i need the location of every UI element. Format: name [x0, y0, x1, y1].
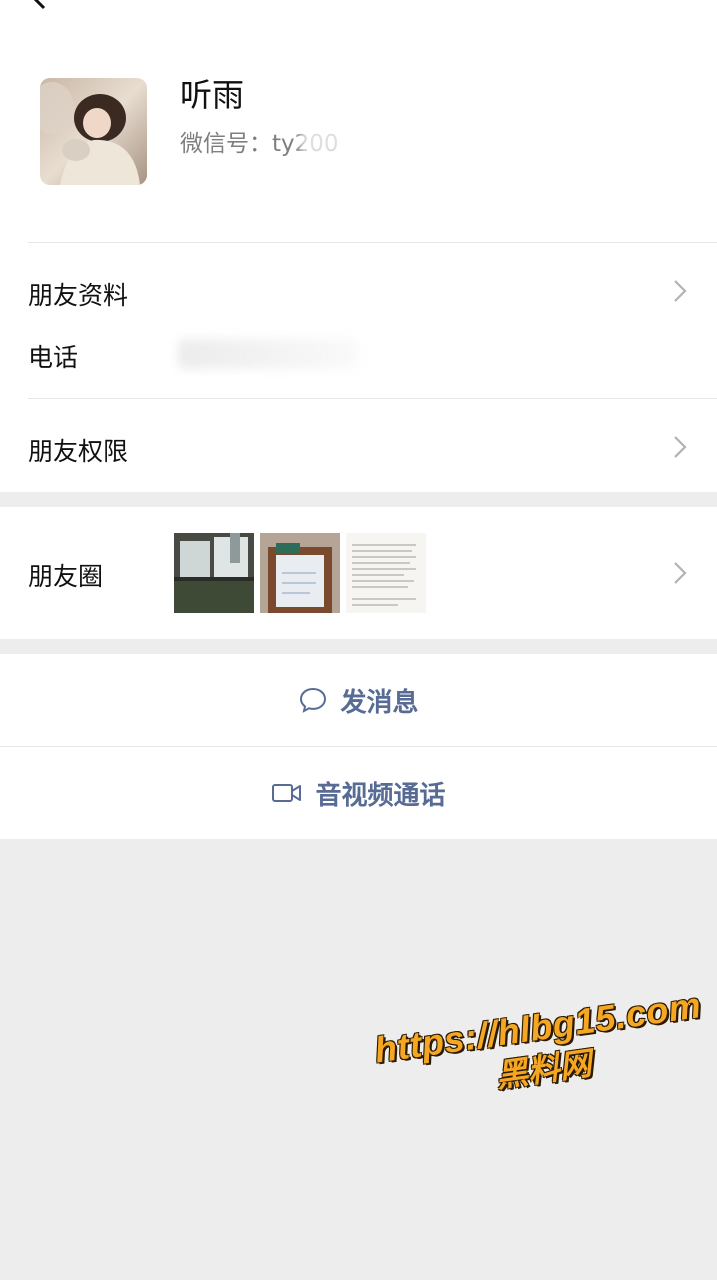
contact-name: 听雨 [180, 76, 245, 114]
send-message-label: 发消息 [340, 687, 419, 718]
chevron-right-icon[interactable] [673, 561, 687, 585]
chevron-right-icon[interactable] [673, 279, 687, 303]
avatar[interactable] [40, 78, 147, 185]
divider [28, 398, 717, 399]
phone-number-redaction[interactable] [178, 339, 358, 369]
send-message-button[interactable]: 发消息 [0, 654, 717, 746]
moments-label: 朋友圈 [28, 562, 104, 591]
watermark: https://hlbg15.com 黑料网 [372, 984, 710, 1113]
chat-bubble-icon [300, 687, 327, 713]
moments-thumbnail [346, 533, 426, 613]
divider [28, 242, 717, 243]
back-arrow-icon[interactable] [22, 0, 58, 12]
actions-section: 发消息 音视频通话 [0, 654, 717, 839]
chevron-right-icon[interactable] [673, 435, 687, 459]
phone-label: 电话 [28, 343, 79, 372]
moments-thumbnail [174, 533, 254, 613]
friend-permissions-label[interactable]: 朋友权限 [28, 432, 128, 468]
profile-section: 听雨 微信号：ty200 朋友资料 电话 朋友权限 [0, 0, 717, 492]
moments-thumbnail [260, 533, 340, 613]
av-call-label: 音视频通话 [315, 780, 446, 811]
video-camera-icon [272, 784, 302, 802]
wechat-id-redaction [300, 126, 376, 156]
friend-profile-label[interactable]: 朋友资料 [28, 276, 128, 312]
av-call-button[interactable]: 音视频通话 [0, 747, 717, 839]
moments-row[interactable]: 朋友圈 [0, 507, 717, 639]
